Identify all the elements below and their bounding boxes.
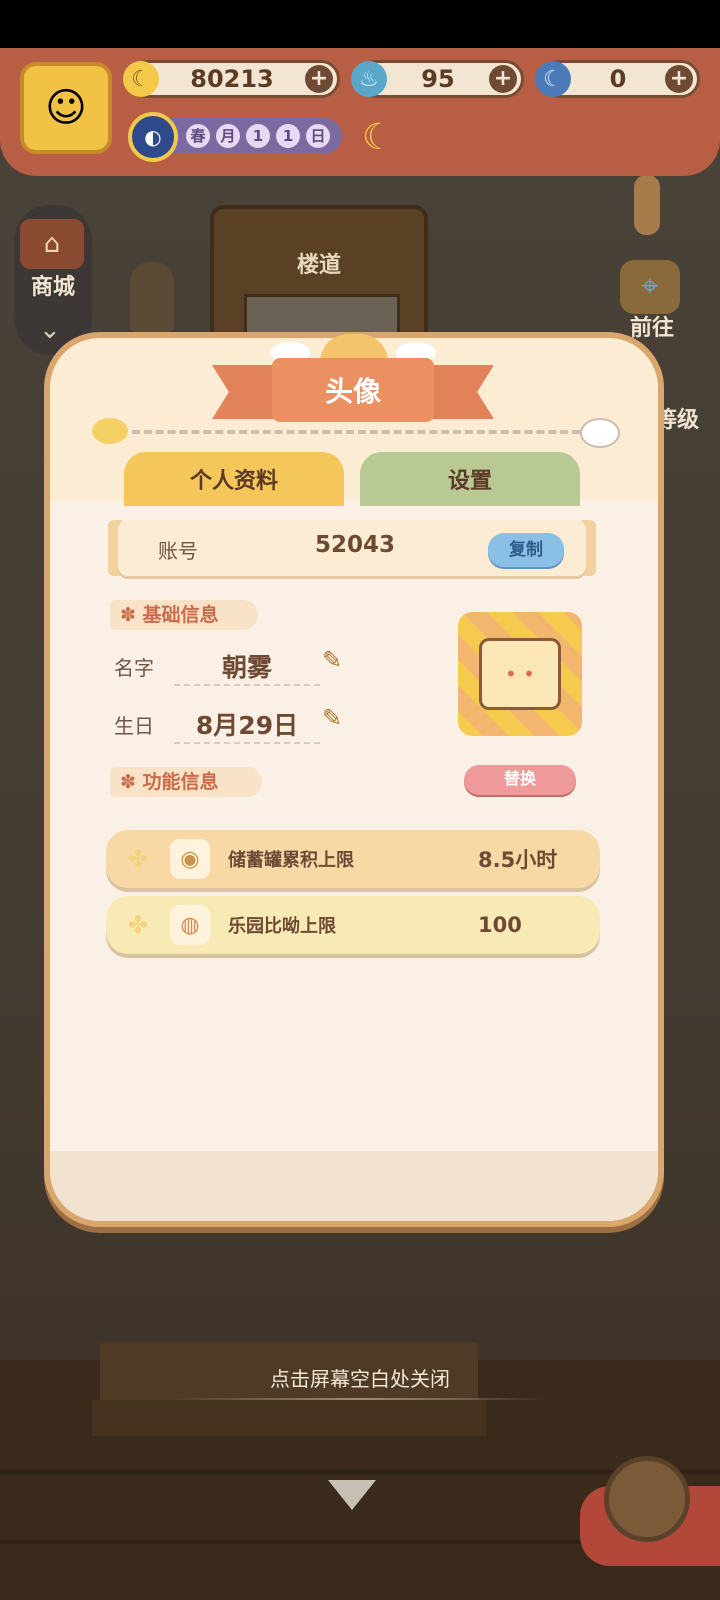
function-info-section: ✽ 功能信息	[110, 767, 262, 797]
player-avatar-button[interactable]: ☺	[20, 62, 112, 154]
hint-underline	[170, 1398, 550, 1400]
banana-icon: ☾	[123, 61, 159, 97]
stage-step	[92, 1400, 486, 1436]
tab-settings[interactable]: 设置	[360, 452, 580, 506]
function-info-label: 功能信息	[142, 771, 219, 793]
copy-button[interactable]: 复制	[488, 533, 564, 567]
name-value: 朝雾	[174, 648, 320, 686]
flame-icon: ♨	[351, 61, 387, 97]
edit-name-pencil-icon[interactable]: ✎	[322, 646, 342, 674]
date-char: 日	[306, 124, 330, 148]
basic-info-section: ✽ 基础信息	[110, 600, 258, 630]
chick-icon	[580, 418, 620, 448]
modal-title: 头像	[272, 358, 434, 422]
critters-icon: ◍	[170, 905, 210, 945]
stat-row-piggybank: ✤ ◉ 储蓄罐累积上限 8.5小时	[106, 830, 600, 888]
map-pin-icon: ⌖	[620, 260, 680, 314]
account-label: 账号	[158, 539, 198, 563]
banana-count: 80213	[190, 65, 274, 93]
edit-birthday-pencil-icon[interactable]: ✎	[322, 704, 342, 732]
wall-ornament	[634, 175, 660, 235]
clover-icon: ✤	[127, 911, 149, 939]
clover-icon: ✤	[127, 845, 149, 873]
flame-count: 95	[421, 65, 455, 93]
season-clock-icon[interactable]: ◐	[128, 112, 178, 162]
profile-avatar[interactable]: • •	[458, 612, 582, 736]
basic-info-label: 基础信息	[142, 604, 219, 626]
shop-side-panel[interactable]: ⌂ 商城 ⌄	[14, 205, 92, 355]
stat-row-park: ✤ ◍ 乐园比呦上限 100	[106, 896, 600, 954]
stat-name: 储蓄罐累积上限	[228, 850, 354, 871]
date-char: 春	[186, 124, 210, 148]
tab-profile[interactable]: 个人资料	[124, 452, 344, 506]
shop-label: 商城	[30, 275, 75, 300]
dashed-divider	[132, 430, 580, 434]
blue-banana-icon: ☾	[535, 61, 571, 97]
account-value: 52043	[314, 532, 396, 558]
stat-value: 100	[478, 913, 522, 937]
shop-icon: ⌂	[20, 219, 84, 269]
birthday-value: 8月29日	[174, 706, 320, 744]
clover-icon: ✽	[120, 604, 143, 626]
stat-name: 乐园比呦上限	[228, 916, 336, 937]
add-banana-button[interactable]: +	[305, 65, 333, 93]
hallway-entrance: 楼道	[210, 205, 428, 345]
stat-value: 8.5小时	[478, 848, 558, 872]
status-bar	[0, 0, 720, 48]
name-label: 名字	[114, 656, 154, 680]
replace-avatar-button[interactable]: 替换	[464, 765, 576, 795]
flame-resource: ♨ 95 +	[351, 60, 524, 98]
piggy-bank-icon: ◉	[170, 839, 210, 879]
banana-resource: ☾ 80213 +	[123, 60, 340, 98]
hallway-label: 楼道	[296, 253, 341, 278]
add-flame-button[interactable]: +	[489, 65, 517, 93]
close-hint: 点击屏幕空白处关闭	[270, 1367, 450, 1391]
chick-icon	[92, 418, 128, 444]
moon-icon[interactable]: ☾	[356, 116, 400, 160]
date-char: 1	[246, 124, 270, 148]
calendar-date: 春 月 1 1 日	[150, 118, 342, 154]
date-char: 1	[276, 124, 300, 148]
avatar-character-icon: • •	[479, 638, 561, 710]
blue-banana-resource: ☾ 0 +	[535, 60, 700, 98]
date-char: 月	[216, 124, 240, 148]
yarn-ball-icon[interactable]	[604, 1456, 690, 1542]
birthday-label: 生日	[114, 714, 154, 738]
goto-button[interactable]: ⌖ 前往	[614, 260, 690, 344]
modal-bottom-wave	[50, 1151, 658, 1221]
blue-banana-count: 0	[609, 65, 627, 93]
avatar-face-icon: ☺	[45, 85, 87, 131]
lamp-decoration	[130, 262, 174, 332]
collapse-triangle-icon[interactable]	[328, 1480, 376, 1510]
add-blue-banana-button[interactable]: +	[665, 65, 693, 93]
clover-icon: ✽	[120, 771, 143, 793]
